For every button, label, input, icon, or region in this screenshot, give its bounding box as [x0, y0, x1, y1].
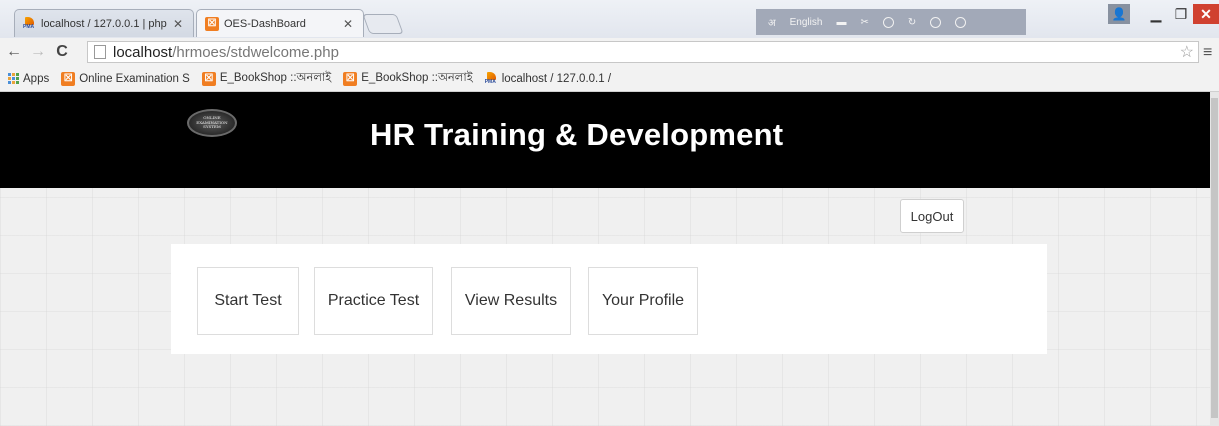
menu-icon[interactable]: ≡ — [1203, 44, 1212, 62]
logo-line: SYSTEM — [203, 124, 221, 130]
new-tab-button[interactable] — [362, 14, 404, 34]
start-test-button[interactable]: Start Test — [197, 267, 299, 335]
bookmark-label: E_BookShop ::অনলাই — [219, 72, 332, 84]
browser-toolbar: ← → C localhost/hrmoes/stdwelcome.php ☆ … — [0, 38, 1219, 66]
oes-icon: ☒ — [205, 16, 219, 31]
language-label[interactable]: English — [790, 17, 823, 28]
logout-button[interactable]: LogOut — [900, 199, 964, 233]
tools-icon[interactable]: ✂ — [860, 17, 868, 28]
language-icon[interactable]: अ — [768, 15, 776, 29]
bookmark-label: Apps — [23, 72, 50, 85]
window-close-icon[interactable]: ✕ — [1193, 4, 1219, 24]
page-viewport: ONLINE EXAMINATION SYSTEM HR Training & … — [0, 92, 1210, 426]
minus-icon[interactable]: ▬ — [836, 17, 846, 28]
refresh-icon[interactable]: ↻ — [908, 17, 916, 28]
bookmark-label: E_BookShop ::অনলাই — [361, 72, 473, 84]
phpmyadmin-icon — [23, 17, 36, 30]
minimize-icon[interactable]: ▁ — [1145, 4, 1167, 24]
help-icon[interactable] — [930, 16, 942, 28]
practice-test-button[interactable]: Practice Test — [314, 267, 433, 335]
site-logo[interactable]: ONLINE EXAMINATION SYSTEM — [187, 109, 237, 137]
tab-phpmyadmin[interactable]: localhost / 127.0.0.1 | php ✕ — [14, 9, 194, 37]
scrollbar-thumb[interactable] — [1211, 98, 1218, 418]
url-host: localhost — [113, 43, 173, 61]
your-profile-button[interactable]: Your Profile — [588, 267, 698, 335]
page-scrollbar[interactable] — [1210, 92, 1219, 426]
tab-oes-dashboard[interactable]: ☒ OES-DashBoard ✕ — [196, 9, 364, 37]
apps-grid-icon — [8, 73, 19, 84]
extension-strip: अ English ▬ ✂ ↻ — [756, 9, 1026, 35]
reload-icon[interactable]: C — [52, 43, 72, 61]
user-icon[interactable]: 👤 — [1108, 4, 1130, 24]
bookmark-star-icon[interactable]: ☆ — [1180, 42, 1194, 62]
forward-arrow-icon[interactable]: → — [28, 43, 48, 61]
page-icon — [94, 45, 106, 59]
dashboard-menu-panel: Start Test Practice Test View Results Yo… — [171, 244, 1047, 354]
phpmyadmin-icon — [485, 72, 498, 85]
bookmarks-bar: Apps ☒ Online Examination S ☒ E_BookShop… — [0, 66, 1219, 92]
back-arrow-icon[interactable]: ← — [4, 43, 24, 61]
address-bar[interactable]: localhost/hrmoes/stdwelcome.php ☆ — [87, 41, 1199, 63]
browser-tab-strip: localhost / 127.0.0.1 | php ✕ ☒ OES-Dash… — [0, 0, 1219, 38]
site-header: ONLINE EXAMINATION SYSTEM HR Training & … — [0, 92, 1210, 188]
close-icon[interactable]: ✕ — [173, 17, 183, 31]
bookmark-localhost[interactable]: localhost / 127.0.0.1 / — [485, 72, 611, 85]
bookmark-ebookshop-2[interactable]: ☒ E_BookShop ::অনলাই — [343, 69, 473, 88]
page-title: HR Training & Development — [370, 117, 784, 152]
oes-icon: ☒ — [61, 71, 76, 86]
view-results-button[interactable]: View Results — [451, 267, 571, 335]
settings-icon[interactable] — [882, 16, 894, 28]
bookmark-apps[interactable]: Apps — [8, 73, 49, 85]
bookmark-ebookshop-1[interactable]: ☒ E_BookShop ::অনলাই — [201, 69, 332, 88]
tab-title: localhost / 127.0.0.1 | php — [41, 17, 167, 30]
bookmark-online-examination[interactable]: ☒ Online Examination S — [61, 71, 190, 86]
info-icon[interactable] — [955, 16, 967, 28]
oes-icon: ☒ — [343, 71, 358, 86]
tab-title: OES-DashBoard — [224, 17, 306, 30]
url-path: /hrmoes/stdwelcome.php — [172, 43, 339, 61]
bookmark-label: Online Examination S — [79, 72, 190, 85]
maximize-icon[interactable]: ❐ — [1170, 4, 1192, 24]
oes-icon: ☒ — [201, 71, 216, 86]
close-icon[interactable]: ✕ — [343, 17, 353, 31]
bookmark-label: localhost / 127.0.0.1 / — [501, 72, 612, 85]
